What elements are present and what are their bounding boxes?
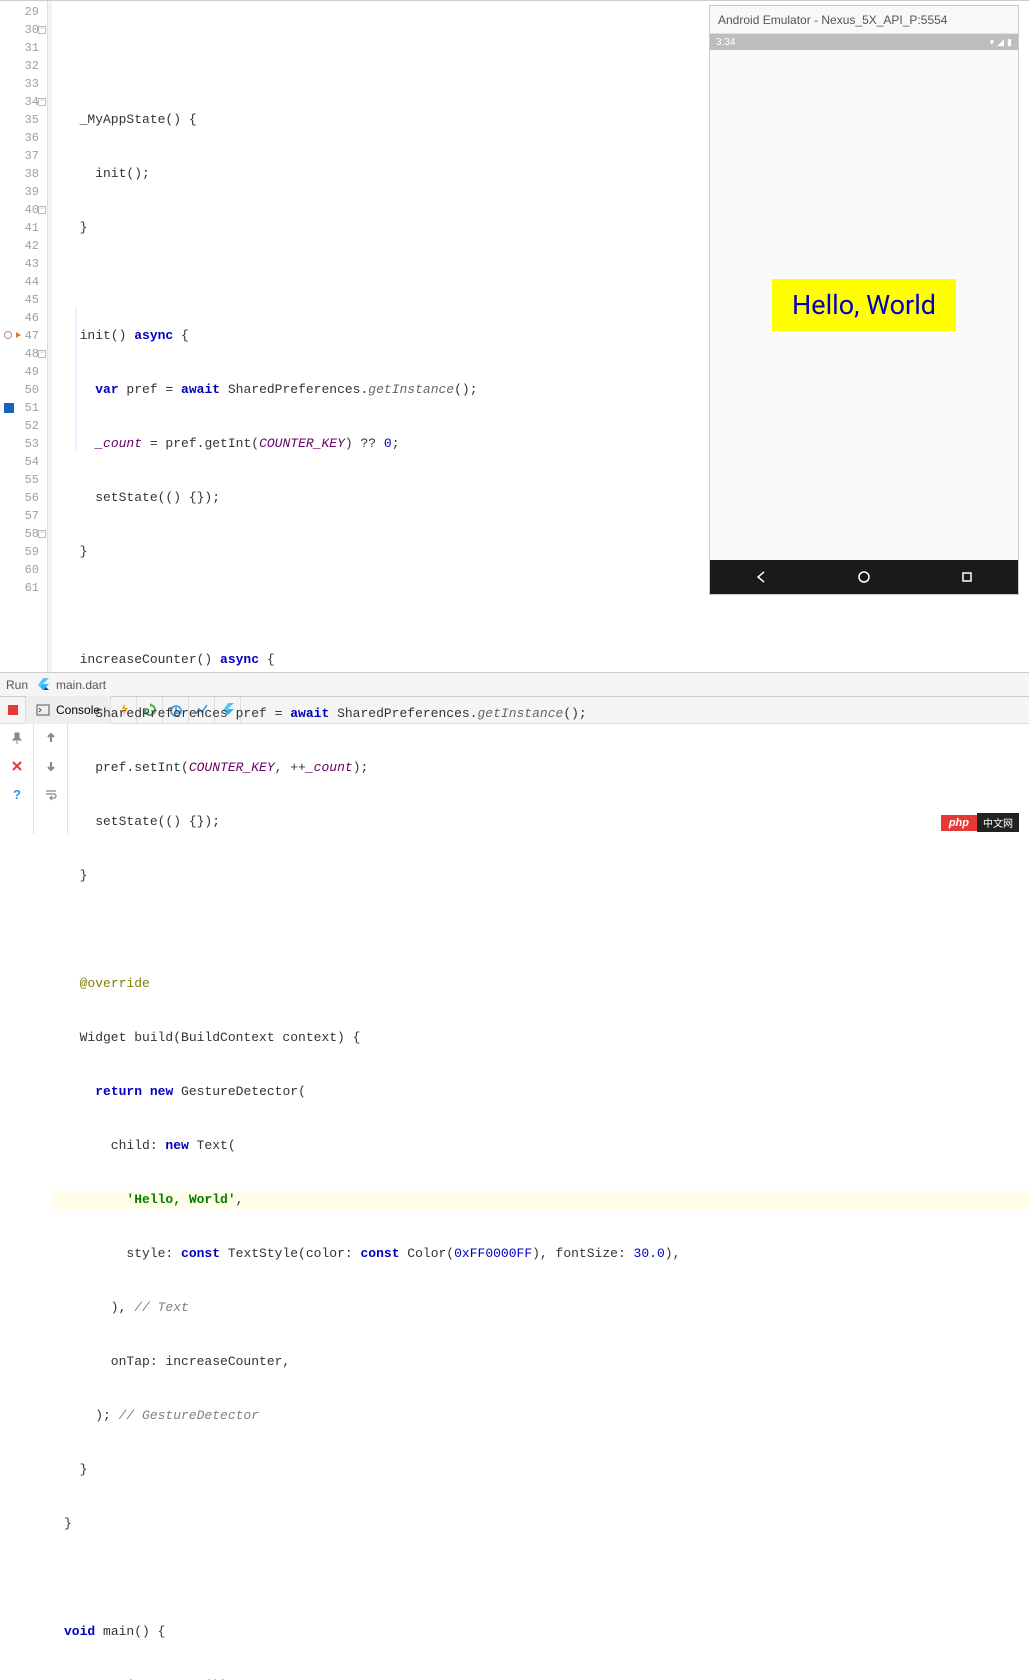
line-29: 29 bbox=[0, 3, 47, 21]
nav-back-icon[interactable] bbox=[754, 570, 768, 584]
line-58: 58 bbox=[0, 525, 47, 543]
cn-badge: 中文网 bbox=[977, 813, 1019, 832]
console-icon bbox=[36, 703, 50, 717]
battery-icon: ▮ bbox=[1007, 37, 1012, 47]
line-42: 42 bbox=[0, 237, 47, 255]
line-33: 33 bbox=[0, 75, 47, 93]
line-43: 43 bbox=[0, 255, 47, 273]
emulator-time: 3:34 bbox=[716, 37, 735, 48]
svg-text:?: ? bbox=[13, 787, 21, 801]
watermark-badge: php 中文网 bbox=[941, 813, 1019, 832]
line-number-gutter[interactable]: 29 30 31 32 33 34 35 36 37 38 39 40 41 4… bbox=[0, 1, 48, 672]
help-button[interactable]: ? bbox=[7, 784, 27, 804]
line-47: 47 bbox=[0, 327, 47, 345]
console-left-toolbar: ? bbox=[0, 724, 34, 834]
flutter-icon bbox=[36, 678, 50, 692]
nav-home-icon[interactable] bbox=[857, 570, 871, 584]
close-button[interactable] bbox=[7, 756, 27, 776]
line-51: 51 bbox=[0, 399, 47, 417]
line-61: 61 bbox=[0, 579, 47, 597]
stop-button[interactable] bbox=[0, 697, 26, 723]
color-swatch-icon[interactable] bbox=[4, 403, 14, 413]
highlighted-line: 'Hello, World', bbox=[52, 1191, 1029, 1209]
emulator-nav-bar bbox=[710, 560, 1018, 594]
line-59: 59 bbox=[0, 543, 47, 561]
pin-button[interactable] bbox=[7, 728, 27, 748]
line-39: 39 bbox=[0, 183, 47, 201]
line-36: 36 bbox=[0, 129, 47, 147]
line-54: 54 bbox=[0, 453, 47, 471]
emulator-title: Android Emulator - Nexus_5X_API_P:5554 bbox=[718, 13, 947, 27]
line-52: 52 bbox=[0, 417, 47, 435]
line-56: 56 bbox=[0, 489, 47, 507]
wifi-icon: ▾ bbox=[990, 37, 995, 47]
emulator-title-bar[interactable]: Android Emulator - Nexus_5X_API_P:5554 bbox=[710, 6, 1018, 34]
line-44: 44 bbox=[0, 273, 47, 291]
signal-icon: ◢ bbox=[997, 37, 1004, 47]
line-34: 34 bbox=[0, 93, 47, 111]
override-up-icon bbox=[16, 332, 21, 338]
line-57: 57 bbox=[0, 507, 47, 525]
status-icons: ▾◢▮ bbox=[987, 37, 1012, 48]
hello-world-text[interactable]: Hello, World bbox=[772, 279, 956, 331]
line-30: 30 bbox=[0, 21, 47, 39]
nav-recent-icon[interactable] bbox=[960, 570, 974, 584]
line-31: 31 bbox=[0, 39, 47, 57]
line-41: 41 bbox=[0, 219, 47, 237]
line-53: 53 bbox=[0, 435, 47, 453]
line-46: 46 bbox=[0, 309, 47, 327]
line-60: 60 bbox=[0, 561, 47, 579]
line-35: 35 bbox=[0, 111, 47, 129]
php-badge: php bbox=[941, 815, 977, 831]
line-40: 40 bbox=[0, 201, 47, 219]
line-48: 48 bbox=[0, 345, 47, 363]
line-38: 38 bbox=[0, 165, 47, 183]
line-49: 49 bbox=[0, 363, 47, 381]
line-37: 37 bbox=[0, 147, 47, 165]
run-label: Run bbox=[6, 678, 28, 692]
line-50: 50 bbox=[0, 381, 47, 399]
line-45: 45 bbox=[0, 291, 47, 309]
android-emulator-window[interactable]: Android Emulator - Nexus_5X_API_P:5554 3… bbox=[709, 5, 1019, 595]
emulator-status-bar: 3:34 ▾◢▮ bbox=[710, 34, 1018, 50]
line-32: 32 bbox=[0, 57, 47, 75]
emulator-screen[interactable]: Hello, World bbox=[710, 50, 1018, 560]
line-55: 55 bbox=[0, 471, 47, 489]
override-marker-icon[interactable] bbox=[4, 331, 12, 339]
